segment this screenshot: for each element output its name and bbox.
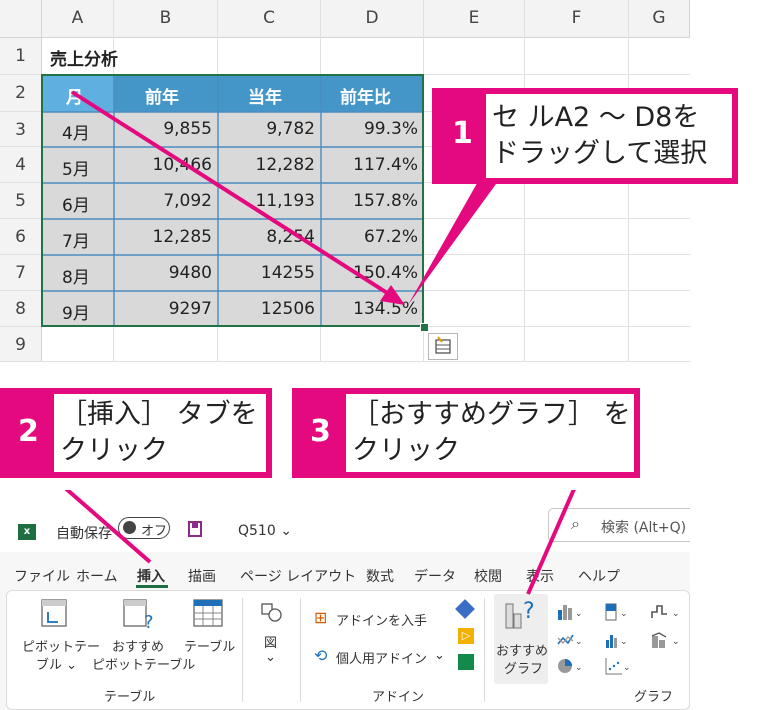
callout-number: 2 [18,414,39,449]
callout-line: ［挿入］ タブを [60,399,258,430]
callout-line: ［おすすめグラフ］ を [352,399,631,430]
callout-text: ［おすすめグラフ］ を クリック [346,394,634,472]
callout-leaders [64,490,576,595]
callout-2: 2 ［挿入］ タブを クリック [0,388,272,478]
callout-text: ［挿入］ タブを クリック [54,394,266,472]
callout-line: ドラッグして選択 [492,138,708,169]
callout-number: 3 [310,414,331,449]
callout-line: セ ルA2 ～ D8を [492,102,700,133]
callout-line: クリック [352,435,460,466]
callout-1: 1 セ ルA2 ～ D8を ドラッグして選択 [432,88,738,184]
callout-number: 1 [452,116,473,151]
callout-text: セ ルA2 ～ D8を ドラッグして選択 [486,94,732,178]
callout-line: クリック [60,435,168,466]
callout-3: 3 ［おすすめグラフ］ を クリック [292,388,640,478]
excel-ribbon: x 自動保存 オフ Q510 ⌄ ⌕ 検索 (Alt+Q) ファイル ホーム 挿… [0,490,690,710]
